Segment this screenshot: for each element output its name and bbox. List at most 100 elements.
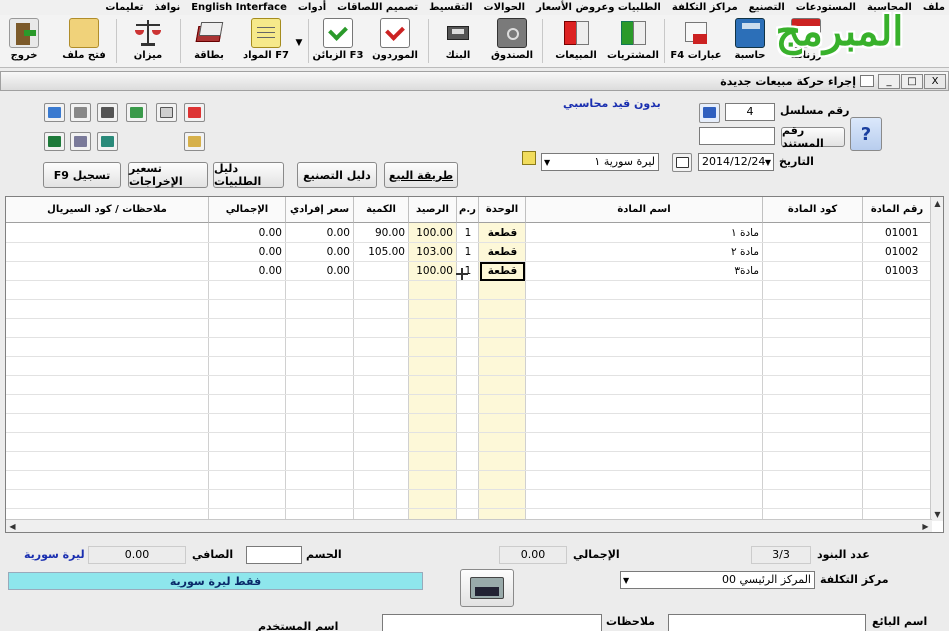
cell-item-code[interactable] xyxy=(763,243,863,262)
scroll-up-icon[interactable]: ▲ xyxy=(931,197,943,210)
cell-item-no[interactable]: 01003 xyxy=(863,262,932,281)
orders-guide-button[interactable]: دليل الطلبيات xyxy=(213,162,284,188)
manufacture-guide-button[interactable]: دليل التصنيع xyxy=(297,162,377,188)
cost-center-select[interactable]: المركز الرئيسي 00 ▼ xyxy=(620,571,815,589)
cell-item-name[interactable]: مادة ٢ xyxy=(526,243,763,262)
materials-dropdown-arrow[interactable]: ▼ xyxy=(292,18,306,68)
menu-cost-centers[interactable]: مراكز التكلفة xyxy=(672,2,738,13)
delete-icon xyxy=(188,107,201,118)
menu-warehouses[interactable]: المستودعات xyxy=(796,2,856,13)
open-file-button[interactable]: فتح ملف xyxy=(60,18,108,68)
date-field[interactable]: 2014/12/24 ▼ xyxy=(698,153,774,171)
vertical-scrollbar[interactable]: ▲ ▼ xyxy=(930,197,943,521)
doc-number-field[interactable] xyxy=(699,127,775,145)
menu-installments[interactable]: التقسيط xyxy=(429,2,472,13)
phrases-button[interactable]: F4 عبارات xyxy=(670,18,722,68)
scroll-right-icon[interactable]: ▶ xyxy=(919,520,932,532)
cell-notes[interactable] xyxy=(6,262,209,281)
copy-button[interactable] xyxy=(70,103,91,122)
cell-item-name[interactable]: مادة٣ xyxy=(526,262,763,281)
cell-unit-price[interactable]: 0.00 xyxy=(286,224,354,243)
cell-quantity[interactable]: 105.00 xyxy=(354,243,409,262)
serial-nav-button[interactable] xyxy=(699,103,720,123)
cell-quantity[interactable] xyxy=(354,262,409,281)
menu-tools[interactable]: أدوات xyxy=(298,2,326,13)
menu-file[interactable]: ملف xyxy=(923,2,945,13)
exit-button[interactable]: خروج xyxy=(4,18,44,68)
cell-quantity[interactable]: 90.00 xyxy=(354,224,409,243)
cell-item-code[interactable] xyxy=(763,224,863,243)
minimize-button[interactable]: _ xyxy=(878,74,900,89)
bank-button[interactable]: البنك xyxy=(436,18,480,68)
menu-manufacturing[interactable]: التصنيع xyxy=(749,2,785,13)
scroll-left-icon[interactable]: ◀ xyxy=(6,520,19,532)
col-header-item-no[interactable]: رقم المادة xyxy=(863,197,932,223)
discount-field[interactable] xyxy=(246,546,302,564)
menu-accounting[interactable]: المحاسبة xyxy=(867,2,912,13)
cell-rm[interactable]: 1 xyxy=(457,243,479,262)
menu-windows[interactable]: نوافذ xyxy=(154,2,180,13)
excel-button[interactable] xyxy=(44,132,65,151)
purchases-button[interactable]: المشتريات xyxy=(606,18,660,68)
col-header-notes[interactable]: ملاحظات / كود السيريال xyxy=(6,197,209,223)
col-header-total[interactable]: الإجمالي xyxy=(209,197,286,223)
cell-rm[interactable]: 1 xyxy=(457,224,479,243)
menu-transfers[interactable]: الحوالات xyxy=(484,2,526,13)
col-header-rm[interactable]: ر.م xyxy=(457,197,479,223)
cell-unit-price[interactable]: 0.00 xyxy=(286,262,354,281)
calendar-picker-button[interactable] xyxy=(672,153,692,172)
print-button[interactable] xyxy=(97,103,118,122)
scroll-down-icon[interactable]: ▼ xyxy=(931,508,943,521)
columns-button[interactable] xyxy=(156,103,177,122)
calendar-button[interactable]: رزنامة xyxy=(784,18,828,68)
calculator-button[interactable]: حاسبة xyxy=(728,18,772,68)
suppliers-button[interactable]: الموردون xyxy=(370,18,420,68)
list-button[interactable] xyxy=(184,132,205,151)
horizontal-scrollbar[interactable]: ◀ ▶ xyxy=(6,519,932,532)
materials-button[interactable]: المواد F7 xyxy=(243,18,289,68)
col-header-unit[interactable]: الوحدة xyxy=(479,197,526,223)
col-header-item-name[interactable]: اسم المادة xyxy=(526,197,763,223)
cell-notes[interactable] xyxy=(6,224,209,243)
balance-button[interactable]: ميزان xyxy=(124,18,172,68)
serial-field[interactable]: 4 xyxy=(725,103,775,121)
menu-label-design[interactable]: تصميم اللصاقات xyxy=(337,2,418,13)
register-button[interactable]: F9 تسجيل xyxy=(43,162,121,188)
notes-field[interactable] xyxy=(382,614,602,631)
cell-unit-selected[interactable]: قطعة xyxy=(480,262,525,281)
cell-unit-price[interactable]: 0.00 xyxy=(286,243,354,262)
currency-select[interactable]: ليرة سورية ١ ▼ xyxy=(541,153,659,171)
help-button[interactable]: ? xyxy=(850,117,882,151)
cell-item-no[interactable]: 01001 xyxy=(863,224,932,243)
close-button[interactable]: X xyxy=(924,74,946,89)
cash-register-button[interactable] xyxy=(460,569,514,607)
pricing-outputs-button[interactable]: تسعير الإخراجات xyxy=(128,162,208,188)
insert-row-button[interactable] xyxy=(44,103,65,122)
menu-english[interactable]: English Interface xyxy=(191,2,287,13)
col-header-balance[interactable]: الرصيد xyxy=(409,197,457,223)
cell-item-no[interactable]: 01002 xyxy=(863,243,932,262)
menu-orders[interactable]: الطلبيات وعروض الأسعار xyxy=(536,2,661,13)
card-button[interactable]: بطاقة xyxy=(188,18,230,68)
sale-method-button[interactable]: طريقة البيع xyxy=(384,162,458,188)
merge-button[interactable] xyxy=(70,132,91,151)
cell-unit[interactable]: قطعة xyxy=(479,243,526,262)
image-button[interactable] xyxy=(126,103,147,122)
cell-notes[interactable] xyxy=(6,243,209,262)
cell-item-code[interactable] xyxy=(763,262,863,281)
cashbox-button[interactable]: الصندوق xyxy=(488,18,536,68)
delete-row-button[interactable] xyxy=(184,103,205,122)
restore-button[interactable]: □ xyxy=(901,74,923,89)
sales-button[interactable]: المبيعات xyxy=(550,18,602,68)
cell-item-name[interactable]: مادة ١ xyxy=(526,224,763,243)
col-header-unit-price[interactable]: سعر إفرادي xyxy=(286,197,354,223)
chart-button[interactable] xyxy=(97,132,118,151)
col-header-quantity[interactable]: الكمية xyxy=(354,197,409,223)
seller-field[interactable] xyxy=(668,614,866,631)
menu-help[interactable]: تعليمات xyxy=(105,2,143,13)
cell-unit[interactable]: قطعة xyxy=(479,224,526,243)
col-header-item-code[interactable]: كود المادة xyxy=(763,197,863,223)
chevron-down-icon: ▼ xyxy=(764,158,771,167)
doc-number-button[interactable]: رقم المستند xyxy=(781,124,845,150)
customers-button[interactable]: الزبائن F3 xyxy=(313,18,363,68)
